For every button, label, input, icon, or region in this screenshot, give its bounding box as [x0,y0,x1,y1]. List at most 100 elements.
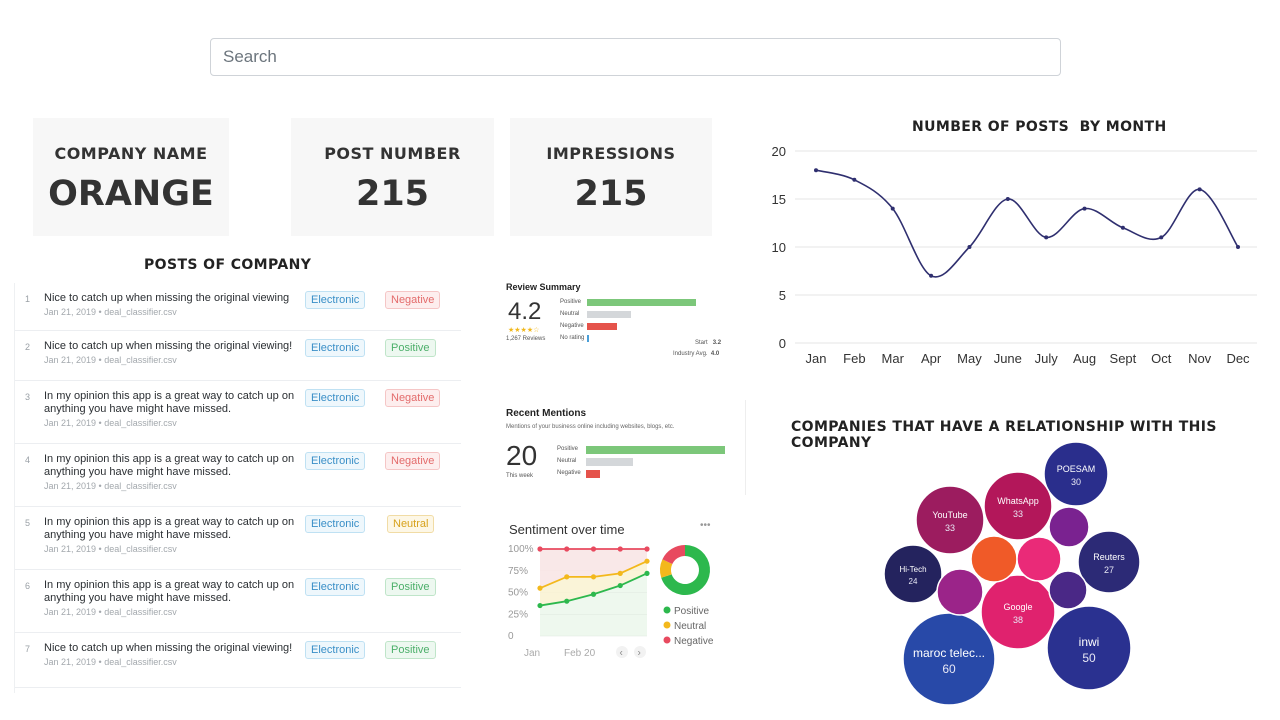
bubble-label: WhatsApp [997,496,1039,506]
company-name-card: COMPANY NAME ORANGE [33,118,229,236]
bubble-circle [1048,570,1088,610]
sentiment-y-tick: 50% [508,588,528,599]
category-badge: Electronic [305,515,366,533]
bubble-unlabeled [970,535,1018,583]
bubble-circle [1043,441,1109,507]
mention-row-label: Negative [557,470,581,476]
review-start-value: 3.2 [712,340,722,346]
mentions-subtitle: Mentions of your business online includi… [506,424,675,430]
sentiment-positive-point [537,602,543,609]
bubble-label: maroc telec... [913,646,985,660]
post-text: Nice to catch up when missing the origin… [44,292,290,304]
post-text: Nice to catch up when missing the origin… [44,642,293,654]
bubble-value: 33 [1013,509,1023,519]
post-row[interactable]: 1 Nice to catch up when missing the origi… [15,283,461,331]
mention-row-bar [586,458,634,466]
impressions-card: IMPRESSIONS 215 [510,118,712,236]
bubble-value: 38 [1013,615,1023,625]
sentiment-badge: Negative [385,291,441,309]
mention-row-bar [586,446,725,454]
data-point [814,168,818,173]
bubble-circle [970,535,1018,583]
post-number: 1 [25,294,31,304]
sentiment-negative-point [564,546,570,552]
category-badge: Electronic [305,578,366,596]
x-tick-label: Feb [843,351,865,366]
post-row[interactable]: 4 In my opinion this app is a great way t… [15,444,461,507]
sentiment-neutral-point [564,574,570,580]
post-row[interactable]: 7 Nice to catch up when missing the origi… [15,633,461,688]
post-number-value: 215 [355,174,430,214]
x-tick-label: June [994,351,1022,366]
post-number: 2 [25,342,31,352]
sentiment-negative-point [590,546,597,552]
review-start: Start 3.2 [695,340,721,346]
sentiment-negative-point [537,546,543,552]
category-badge: Electronic [305,452,366,470]
post-meta: Jan 21, 2019 • deal_classifier.csv [44,607,177,617]
y-tick-label: 15 [772,192,786,207]
y-tick-label: 0 [779,336,786,351]
sentiment-badge: Positive [385,641,436,659]
data-point [1159,235,1164,240]
next-arrow-glyph: › [638,648,641,659]
sentiment-positive-point [564,598,570,604]
post-row[interactable]: 3 In my opinion this app is a great way t… [15,381,461,444]
review-score: 4.2 [508,298,542,325]
sentiment-over-time-widget: Sentiment over time ••• 100% 75% 50% 25% 0 Ja… [492,508,728,672]
review-row-bar [587,323,617,330]
prev-arrow-glyph: ‹ [620,648,623,659]
post-meta: Jan 21, 2019 • deal_classifier.csv [44,657,177,667]
post-number: 6 [25,581,31,591]
x-tick-label: July [1035,351,1059,366]
post-text: Nice to catch up when missing the origin… [44,340,293,352]
category-badge: Electronic [305,291,366,309]
bubble-label: Reuters [1093,552,1125,562]
sentiment-negative-point [617,546,623,552]
bubble-label: inwi [1079,635,1100,649]
data-point [967,245,972,249]
mentions-count: 20 [506,440,538,471]
bubble-circle [915,485,985,555]
review-start-label: Start [695,340,708,346]
x-tick-label: Apr [921,351,942,366]
post-row[interactable]: 5 In my opinion this app is a great way t… [15,507,461,570]
post-row[interactable]: 6 In my opinion this app is a great way t… [15,570,461,633]
post-text: In my opinion this app is a great way to… [44,579,295,604]
post-number: 7 [25,644,31,654]
mention-row-bar [586,470,600,478]
bubble-label: Hi-Tech [899,565,926,574]
bubble-circle [1016,536,1062,582]
post-row[interactable]: 2 Nice to catch up when missing the origi… [15,331,461,381]
search-input[interactable] [210,38,1061,76]
legend-dot [663,621,671,629]
post-number: 4 [25,455,31,465]
bubble-maroc-telec: maroc telec... 60 [902,612,996,706]
posts-section-title: POSTS OF COMPANY [144,257,312,273]
data-point [890,206,895,211]
bubble-hi-tech: Hi-Tech 24 [883,544,943,604]
legend-dot [663,606,671,614]
review-industry: Industry Avg. 4.0 [673,351,719,357]
bubble-unlabeled [1048,506,1090,548]
mention-row-label: Neutral [557,458,577,464]
company-name-label: COMPANY NAME [54,144,208,163]
review-row-label: Neutral [560,311,580,317]
post-meta: Jan 21, 2019 • deal_classifier.csv [44,355,177,365]
bubble-circle [980,574,1056,650]
post-number: 5 [25,518,31,528]
review-row-bar [587,311,631,318]
company-name-value: ORANGE [48,174,214,214]
post-meta: Jan 21, 2019 • deal_classifier.csv [44,544,177,554]
bubble-circle [983,471,1053,541]
data-point [1082,206,1087,211]
bubble-value: 60 [942,662,956,676]
x-tick-label: Sept [1110,351,1137,366]
bubble-unlabeled [936,568,984,616]
posts-list: 1 Nice to catch up when missing the origi… [14,283,461,693]
sentiment-neutral-point [617,570,623,576]
x-tick-label: Mar [882,351,905,366]
x-tick-label: May [957,351,982,366]
post-meta: Jan 21, 2019 • deal_classifier.csv [44,481,177,491]
bubble-label: Google [1003,602,1032,612]
